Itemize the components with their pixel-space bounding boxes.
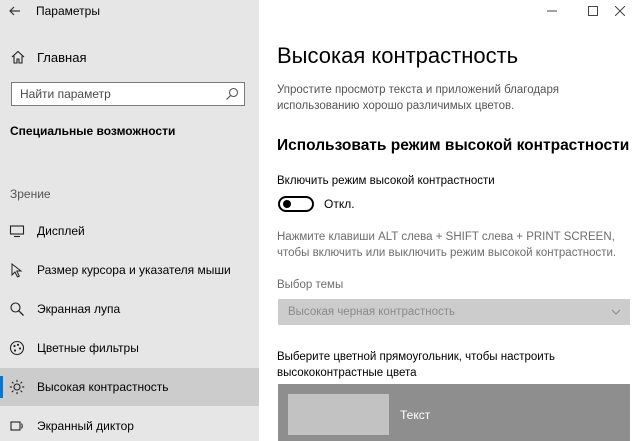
sidebar-item-label: Цветные фильтры — [37, 341, 139, 355]
sidebar-item-display[interactable]: Дисплей — [0, 212, 259, 250]
chevron-down-icon — [611, 309, 621, 315]
narrator-icon — [10, 421, 23, 431]
high-contrast-toggle[interactable] — [278, 196, 314, 212]
page-description: Упростите просмотр текста и приложений б… — [277, 84, 559, 112]
back-button[interactable] — [0, 0, 30, 22]
search-icon[interactable] — [225, 87, 239, 101]
theme-label: Выбор темы — [277, 279, 344, 291]
sidebar-item-cursor[interactable]: Размер курсора и указателя мыши — [0, 251, 259, 289]
preview-text-label: Текст — [400, 408, 431, 422]
close-button[interactable] — [600, 0, 640, 22]
minimize-button[interactable] — [532, 0, 572, 22]
minimize-icon — [547, 10, 557, 12]
sidebar: Параметры Главная Специальные возможност… — [0, 0, 259, 441]
active-indicator — [0, 376, 3, 398]
high-contrast-icon — [9, 379, 25, 395]
color-preview: Текст — [278, 384, 630, 441]
sidebar-item-label: Размер курсора и указателя мыши — [37, 263, 231, 277]
maximize-icon — [588, 6, 598, 16]
sidebar-item-magnifier[interactable]: Экранная лупа — [0, 290, 259, 328]
sidebar-item-color-filters[interactable]: Цветные фильтры — [0, 329, 259, 367]
sidebar-item-label: Дисплей — [37, 224, 85, 238]
text-color-swatch[interactable] — [288, 394, 389, 435]
section-title: Специальные возможности — [10, 124, 176, 138]
theme-select[interactable]: Высокая черная контрастность — [278, 299, 630, 325]
sidebar-item-label: Экранная лупа — [37, 302, 121, 316]
page-title: Высокая контрастность — [277, 43, 519, 68]
sidebar-item-home[interactable]: Главная — [0, 44, 259, 70]
toggle-knob — [283, 200, 291, 208]
sidebar-item-label: Высокая контрастность — [37, 380, 169, 394]
sidebar-item-high-contrast[interactable]: Высокая контрастность — [0, 368, 259, 406]
search-box — [11, 82, 245, 106]
search-input[interactable] — [12, 83, 217, 105]
color-filters-icon — [9, 340, 25, 356]
magnifier-icon — [10, 302, 24, 316]
main-content: Высокая контрастность Упростите просмотр… — [259, 0, 640, 441]
section-subheading: Использовать режим высокой контрастности — [277, 137, 630, 154]
home-icon — [11, 50, 25, 64]
back-arrow-icon — [9, 6, 20, 16]
sidebar-item-narrator[interactable]: Экранный диктор — [0, 407, 259, 441]
cursor-icon — [11, 262, 23, 278]
toggle-caption: Включить режим высокой контрастности — [277, 175, 495, 187]
color-caption: Выберите цветной прямоугольник, чтобы на… — [277, 351, 555, 379]
close-icon — [615, 6, 625, 16]
shortcut-hint: Нажмите клавиши ALT слева + SHIFT слева … — [277, 231, 617, 259]
sidebar-item-label: Экранный диктор — [37, 419, 134, 433]
group-label-vision: Зрение — [10, 187, 51, 201]
window-title: Параметры — [36, 4, 100, 18]
toggle-state: Откл. — [324, 197, 355, 211]
theme-select-value: Высокая черная контрастность — [288, 306, 456, 318]
sidebar-item-label: Главная — [37, 50, 87, 65]
display-icon — [9, 225, 25, 238]
